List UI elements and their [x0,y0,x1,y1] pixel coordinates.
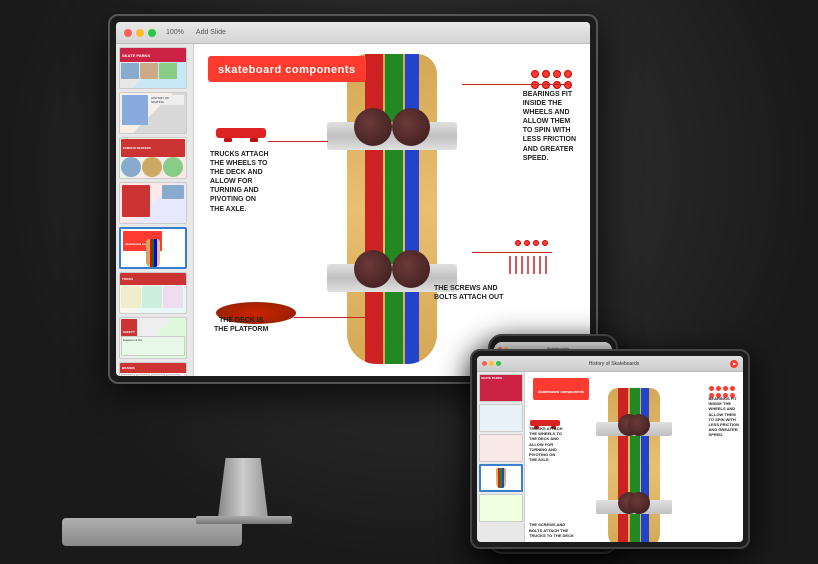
slide-thumb-inner-4 [120,183,186,223]
tablet-bearings-text: BEARINGS FITINSIDE THEWHEELS ANDALLOW TH… [709,396,739,438]
slide-thumb-inner-2: HISTORY OFSKATING [120,93,186,133]
bearings-line [462,84,572,85]
slide-thumb-inner-5: skateboard components [121,229,185,267]
trucks-line [268,141,328,142]
screws-dots [515,240,548,246]
slide-thumb-6[interactable]: TRICKS [119,272,187,314]
tablet-bearing-dot-2 [716,386,721,391]
tablet-thumb-5[interactable] [479,494,523,522]
tablet-trucks-text: TRUCKS ATTACHTHE WHEELS TOTHE DECK ANDAL… [529,426,562,462]
bearing-dot-3 [553,70,561,78]
monitor-screen: 100% Add Slide SKATE PARKS [116,22,590,376]
tablet-wheel-tr [628,414,650,436]
truck-svg [214,124,268,148]
tablet-thumb-1[interactable]: SKATE PARKS [479,374,523,402]
close-button[interactable] [124,29,132,37]
bearing-dot-5 [531,81,539,89]
tablet-deck [608,388,660,542]
slide-thumb-7[interactable]: SAFETY Equipment list [119,317,187,359]
tablet-slide-title-box: skateboard components [533,378,589,400]
minimize-button[interactable] [136,29,144,37]
slides-sidebar[interactable]: SKATE PARKS HISTORY OFSKATING [116,44,194,376]
tablet-screws-text: THE SCREWS ANDBOLTS ATTACH THETRUCKS TO … [529,522,574,538]
bearings-dots [531,70,572,89]
tablet-bearing-dot-3 [723,386,728,391]
tablet-main: skateboard components BEARINGS FITINSIDE… [525,372,743,542]
slide-thumb-inner-3: FAMOUS SKATERS [120,138,186,178]
tablet-thumb-inner-1: SKATE PARKS [480,375,522,401]
slide-thumb-4[interactable] [119,182,187,224]
bearing-dot-2 [542,70,550,78]
slide-title-box: skateboard components [208,56,366,82]
toolbar-add[interactable]: Add Slide [196,29,226,36]
monitor-base [196,516,292,524]
bearing-dot-7 [553,81,561,89]
skateboard [282,44,502,376]
bearing-dot-4 [564,70,572,78]
bearing-dot-8 [564,81,572,89]
screws-svg [508,256,552,276]
screw-dot-1 [515,240,521,246]
tablet-deck-stripe-g [630,388,640,542]
deck-stripe-green [385,54,403,364]
deck-annotation: THE DECK ISTHE PLATFORM [214,316,268,334]
slide-thumb-inner-6: TRICKS [120,273,186,313]
tablet-toolbar: History of Skateboards ▶ [477,356,743,372]
wheel-bottom-left [354,250,392,288]
slide-thumb-2[interactable]: HISTORY OFSKATING [119,92,187,134]
slide-thumb-5[interactable]: skateboard components [119,227,187,269]
slide-thumb-3[interactable]: FAMOUS SKATERS [119,137,187,179]
wheel-top-right [392,108,430,146]
trucks-annotation: TRUCKS ATTACHTHE WHEELS TOTHE DECK ANDAL… [210,150,269,214]
bearing-dot-1 [531,70,539,78]
tablet-wheel-br [628,492,650,514]
screw-dot-4 [542,240,548,246]
tablet-sidebar[interactable]: SKATE PARKS [477,372,525,542]
main-slide: skateboard components BEARI [194,44,590,376]
wheel-bottom-right [392,250,430,288]
slide-thumb-inner-8: BRANDS [120,363,186,376]
slide-thumb-inner-7: SAFETY Equipment list [120,318,186,358]
tablet-play-button[interactable]: ▶ [730,360,738,368]
tablet-content: SKATE PARKS [477,372,743,542]
truck-icon-left [214,124,268,153]
slide-thumb-1[interactable]: SKATE PARKS [119,47,187,89]
monitor: 100% Add Slide SKATE PARKS [108,14,598,384]
screw-dot-3 [533,240,539,246]
maximize-button[interactable] [148,29,156,37]
tablet-bearing-dot-4 [730,386,735,391]
bearings-annotation: BEARINGS FITINSIDE THEWHEELS ANDALLOW TH… [523,90,576,163]
tablet-thumb-inner-4 [481,466,521,490]
toolbar-label: 100% [166,29,184,36]
deck-stripe-blue [405,54,419,364]
tablet-slide-title: skateboard components [538,389,584,394]
tablet-title: History of Skateboards [501,361,727,367]
slide-thumb-8[interactable]: BRANDS [119,362,187,376]
content-area: SKATE PARKS HISTORY OFSKATING [116,44,590,376]
monitor-stand [218,458,268,518]
screws-annotation: THE SCREWS ANDBOLTS ATTACH OUT [434,284,503,302]
tablet-thumb-4[interactable] [479,464,523,492]
bearing-dot-6 [542,81,550,89]
tablet-minimize[interactable] [489,361,494,366]
tablet-thumb-inner-3 [480,435,522,461]
tablet-thumb-inner-5 [480,495,522,521]
tablet-deck-stripe-r [618,388,628,542]
tablet-thumb-2[interactable] [479,404,523,432]
screw-dot-2 [524,240,530,246]
screws-line [472,252,552,253]
tablet-close[interactable] [482,361,487,366]
tablet-bearing-dot-1 [709,386,714,391]
screws-icon [508,256,552,281]
slide-title: skateboard components [218,64,356,76]
tablet-thumb-3[interactable] [479,434,523,462]
tablet-screen: History of Skateboards ▶ SKATE PARKS [477,356,743,542]
wheel-top-left [354,108,392,146]
tablet-thumb-inner-2 [480,405,522,431]
slide-thumb-inner-1: SKATE PARKS [120,48,186,88]
tablet-deck-stripe-b [641,388,649,542]
deck-line [294,317,374,318]
tablet: History of Skateboards ▶ SKATE PARKS [470,349,750,549]
monitor-toolbar: 100% Add Slide [116,22,590,44]
